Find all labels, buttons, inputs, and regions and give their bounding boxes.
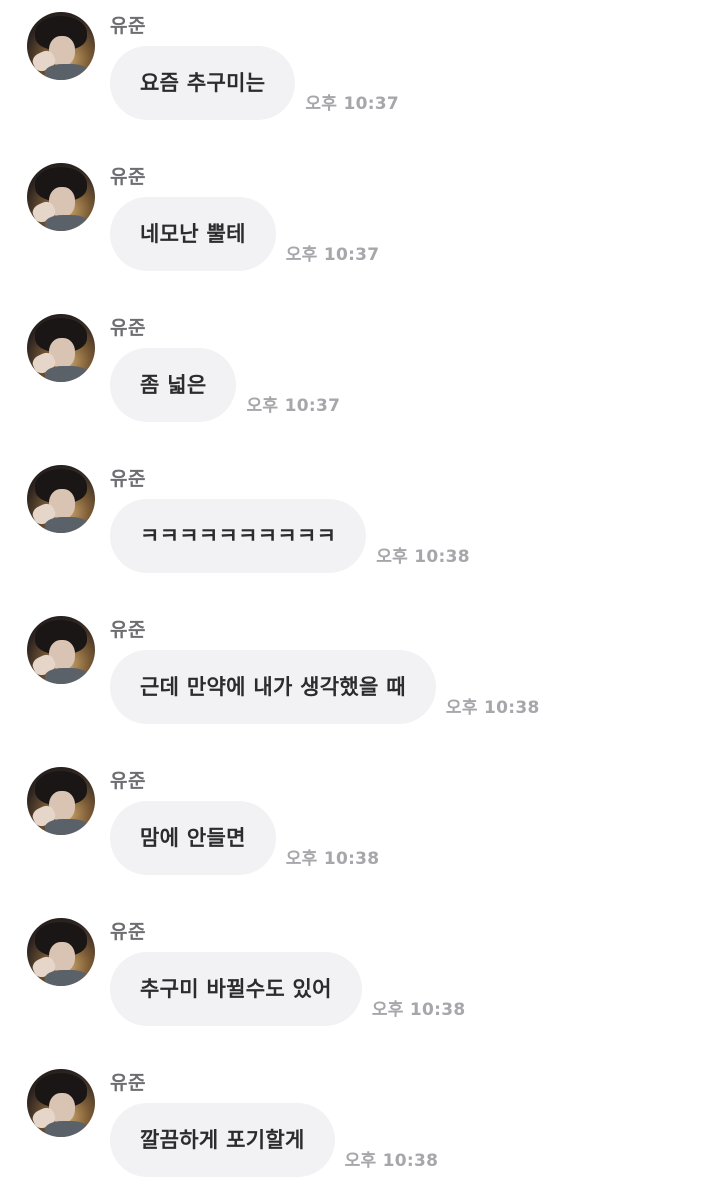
message-row: 유준 좀 넓은 오후 10:37 (0, 302, 707, 442)
message-time: 오후 10:38 (285, 849, 380, 869)
message-row: 유준 근데 만약에 내가 생각했을 때 오후 10:38 (0, 604, 707, 744)
avatar[interactable] (27, 918, 95, 986)
message-bubble[interactable]: 깔끔하게 포기할게 오후 10:38 (110, 1103, 438, 1177)
message-text: 근데 만약에 내가 생각했을 때 (140, 675, 406, 699)
message-text: 추구미 바뀔수도 있어 (140, 977, 332, 1001)
message-time: 오후 10:37 (285, 245, 380, 265)
message-text: 깔끔하게 포기할게 (140, 1128, 305, 1152)
message-row: 유준 추구미 바뀔수도 있어 오후 10:38 (0, 906, 707, 1046)
message-row: 유준 깔끔하게 포기할게 오후 10:38 (0, 1057, 707, 1197)
message-time: 오후 10:38 (376, 547, 470, 567)
message-text: 좀 넓은 (140, 373, 207, 397)
message-row: 유준 요즘 추구미는 오후 10:37 (0, 0, 707, 140)
avatar[interactable] (27, 12, 95, 80)
avatar[interactable] (27, 465, 95, 533)
message-time: 오후 10:38 (344, 1151, 439, 1171)
message-row: 유준 ㅋㅋㅋㅋㅋㅋㅋㅋㅋㅋ 오후 10:38 (0, 453, 707, 593)
message-bubble[interactable]: 근데 만약에 내가 생각했을 때 오후 10:38 (110, 650, 539, 724)
message-time: 오후 10:38 (371, 1000, 466, 1020)
message-time: 오후 10:38 (445, 698, 540, 718)
sender-name: 유준 (110, 770, 146, 792)
avatar[interactable] (27, 314, 95, 382)
message-time: 오후 10:37 (246, 396, 341, 416)
message-bubble[interactable]: 좀 넓은 오후 10:37 (110, 348, 340, 422)
sender-name: 유준 (110, 619, 146, 641)
message-bubble[interactable]: ㅋㅋㅋㅋㅋㅋㅋㅋㅋㅋ 오후 10:38 (110, 499, 470, 573)
message-bubble[interactable]: 네모난 뿔테 오후 10:37 (110, 197, 379, 271)
message-row: 유준 네모난 뿔테 오후 10:37 (0, 151, 707, 291)
message-row: 유준 맘에 안들면 오후 10:38 (0, 755, 707, 895)
sender-name: 유준 (110, 1072, 146, 1094)
message-text: ㅋㅋㅋㅋㅋㅋㅋㅋㅋㅋ (140, 524, 337, 548)
message-text: 네모난 뿔테 (140, 222, 246, 246)
message-bubble[interactable]: 추구미 바뀔수도 있어 오후 10:38 (110, 952, 465, 1026)
sender-name: 유준 (110, 166, 146, 188)
message-text: 맘에 안들면 (140, 826, 246, 850)
avatar[interactable] (27, 163, 95, 231)
avatar[interactable] (27, 616, 95, 684)
message-text: 요즘 추구미는 (140, 71, 266, 95)
avatar[interactable] (27, 1069, 95, 1137)
sender-name: 유준 (110, 921, 146, 943)
message-bubble[interactable]: 맘에 안들면 오후 10:38 (110, 801, 379, 875)
sender-name: 유준 (110, 15, 146, 37)
sender-name: 유준 (110, 468, 146, 490)
sender-name: 유준 (110, 317, 146, 339)
avatar[interactable] (27, 767, 95, 835)
message-time: 오후 10:37 (305, 94, 400, 114)
message-bubble[interactable]: 요즘 추구미는 오후 10:37 (110, 46, 399, 120)
chat-message-list[interactable]: 유준 요즘 추구미는 오후 10:37 유준 네모난 뿔테 오후 10:37 유… (0, 0, 707, 1200)
